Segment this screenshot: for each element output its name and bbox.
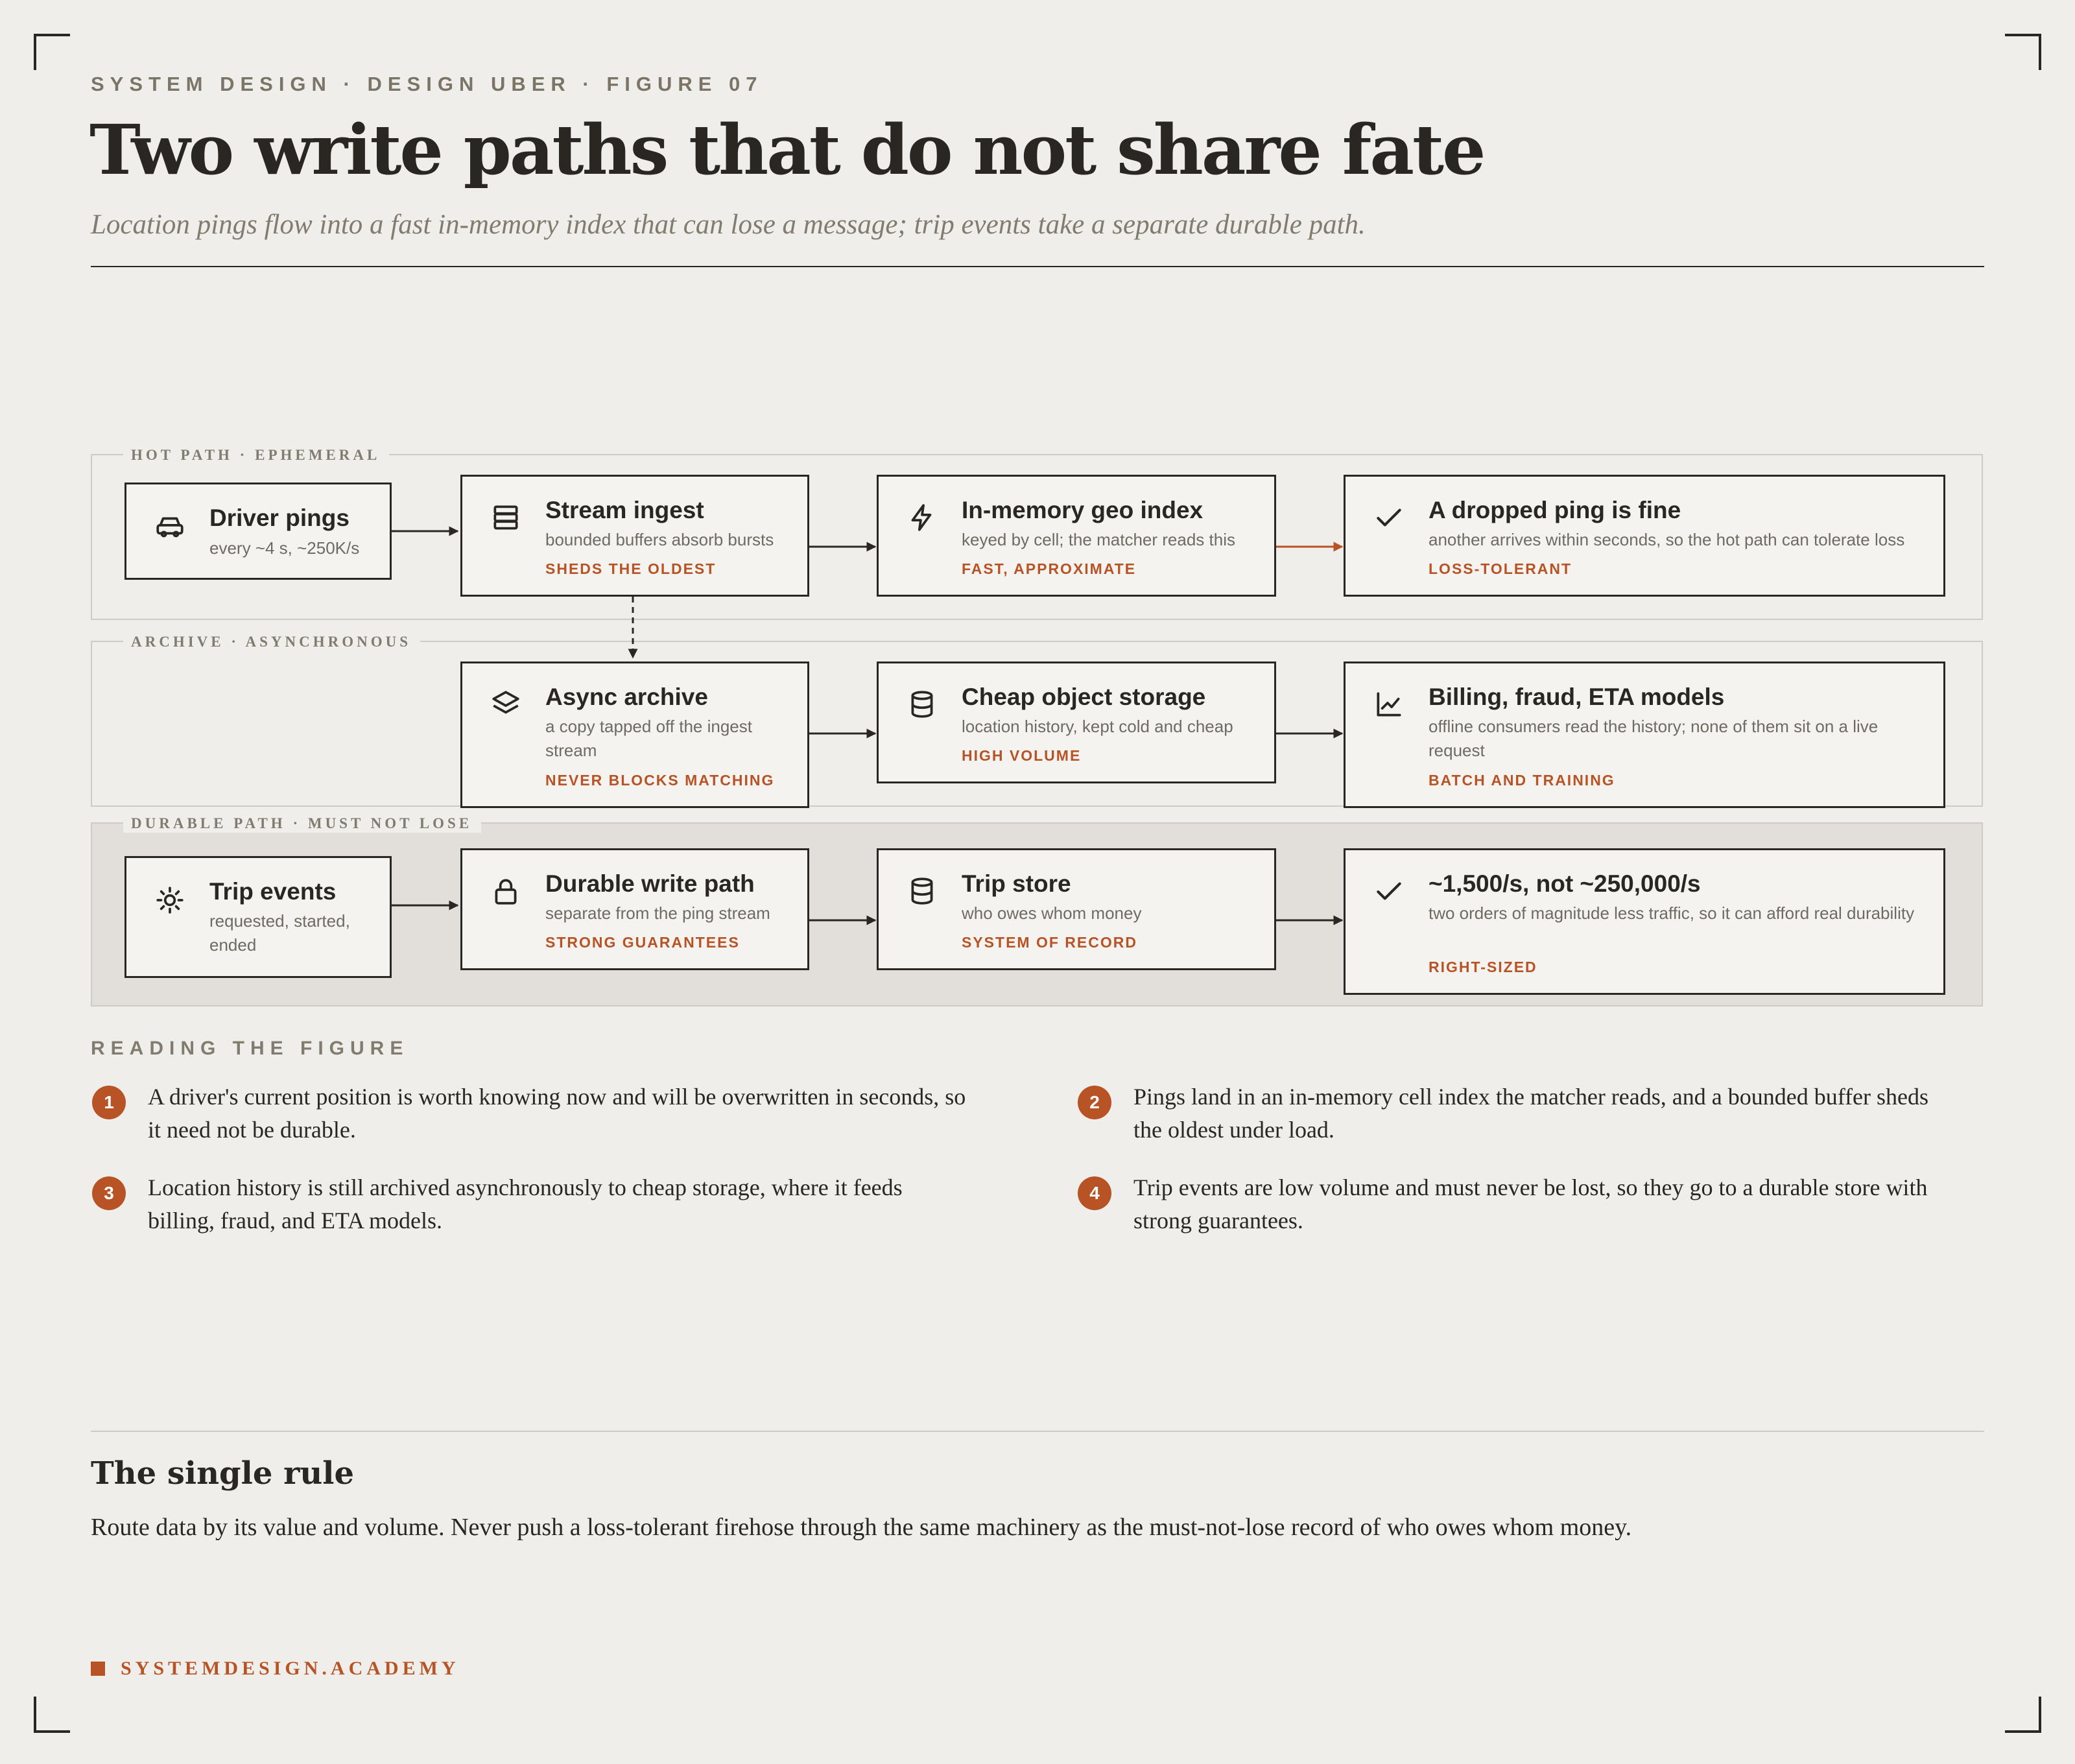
node-title: Durable write path — [545, 870, 755, 897]
node-geo-index: In-memory geo index keyed by cell; the m… — [877, 475, 1276, 597]
header-divider — [91, 266, 1984, 267]
node-subtitle: every ~4 s, ~250K/s — [209, 538, 360, 558]
node-title: Stream ingest — [545, 497, 704, 523]
rule-text: Route data by its value and volume. Neve… — [91, 1514, 1632, 1541]
node-subtitle: bounded buffers absorb bursts — [545, 530, 774, 549]
brand-text: SYSTEMDESIGN.ACADEMY — [121, 1658, 460, 1679]
node-title: In-memory geo index — [962, 497, 1204, 523]
brand-square-icon — [91, 1662, 105, 1676]
note-text: Trip events are low volume and must neve… — [1133, 1174, 1928, 1234]
node-tag: RIGHT-SIZED — [1429, 959, 1537, 975]
note-text: Pings land in an in-memory cell index th… — [1133, 1084, 1928, 1143]
node-title: ~1,500/s, not ~250,000/s — [1429, 870, 1701, 897]
note-number-badge: 4 — [1078, 1176, 1111, 1210]
node-title: Cheap object storage — [962, 684, 1206, 710]
note-number-badge: 2 — [1078, 1086, 1111, 1119]
corner-mark-bottom-right — [2005, 1697, 2041, 1733]
node-subtitle: offline consumers read the history; none… — [1429, 717, 1879, 760]
node-tag: BATCH AND TRAINING — [1429, 772, 1615, 789]
node-subtitle: requested, started, ended — [209, 911, 350, 955]
reading-heading: READING THE FIGURE — [91, 1038, 409, 1059]
node-title: Async archive — [545, 684, 708, 710]
node-title: Trip store — [962, 870, 1071, 897]
database-icon — [906, 688, 938, 721]
corner-mark-bottom-left — [34, 1697, 70, 1733]
node-tag: STRONG GUARANTEES — [545, 934, 740, 951]
node-durable-write: Durable write path separate from the pin… — [460, 848, 809, 970]
check-icon — [1373, 875, 1405, 907]
node-subtitle: location history, kept cold and cheap — [962, 717, 1233, 736]
node-tag: SHEDS THE OLDEST — [545, 560, 717, 577]
eyebrow: SYSTEM DESIGN · DESIGN UBER · FIGURE 07 — [91, 73, 763, 95]
band-label-hot: HOT PATH · EPHEMERAL — [123, 446, 390, 464]
node-title: Trip events — [209, 878, 337, 905]
node-async-archive: Async archive a copy tapped off the inge… — [460, 662, 809, 808]
footer-brand: SYSTEMDESIGN.ACADEMY — [91, 1658, 460, 1680]
page-subtitle: Location pings flow into a fast in-memor… — [91, 209, 1366, 240]
node-driver-pings: Driver pings every ~4 s, ~250K/s — [124, 483, 392, 580]
node-subtitle: keyed by cell; the matcher reads this — [962, 530, 1235, 549]
node-tag: FAST, APPROXIMATE — [962, 560, 1137, 577]
sun-icon — [154, 884, 186, 916]
page-title: Two write paths that do not share fate — [89, 109, 1486, 190]
database-icon — [906, 875, 938, 907]
node-tag: HIGH VOLUME — [962, 747, 1082, 764]
note-number-badge: 1 — [92, 1086, 126, 1119]
car-icon — [154, 510, 186, 543]
band-label-archive: ARCHIVE · ASYNCHRONOUS — [123, 633, 421, 651]
node-subtitle: a copy tapped off the ingest stream — [545, 717, 752, 760]
note-text: Location history is still archived async… — [148, 1174, 903, 1234]
node-trip-events: Trip events requested, started, ended — [124, 856, 392, 978]
node-title: Driver pings — [209, 505, 350, 531]
chart-icon — [1373, 688, 1405, 721]
node-title: Billing, fraud, ETA models — [1429, 684, 1725, 710]
section-divider — [91, 1431, 1984, 1432]
node-tag: LOSS-TOLERANT — [1429, 560, 1572, 577]
node-right-sized: ~1,500/s, not ~250,000/s two orders of m… — [1344, 848, 1945, 995]
stack-icon — [490, 501, 522, 534]
node-tag: SYSTEM OF RECORD — [962, 934, 1137, 951]
node-subtitle: two orders of magnitude less traffic, so… — [1429, 903, 1915, 923]
node-stream-ingest: Stream ingest bounded buffers absorb bur… — [460, 475, 809, 597]
note-number-badge: 3 — [92, 1176, 126, 1210]
lock-icon — [490, 875, 522, 907]
node-title: A dropped ping is fine — [1429, 497, 1681, 523]
corner-mark-top-right — [2005, 34, 2041, 70]
node-dropped-ping: A dropped ping is fine another arrives w… — [1344, 475, 1945, 597]
node-subtitle: separate from the ping stream — [545, 903, 770, 923]
node-subtitle: another arrives within seconds, so the h… — [1429, 530, 1905, 549]
corner-mark-top-left — [34, 34, 70, 70]
rule-title: The single rule — [91, 1455, 355, 1492]
note-text: A driver's current position is worth kno… — [148, 1084, 966, 1143]
lightning-icon — [906, 501, 938, 534]
layers-icon — [490, 688, 522, 721]
band-label-durable: DURABLE PATH · MUST NOT LOSE — [123, 815, 482, 833]
node-billing-models: Billing, fraud, ETA models offline consu… — [1344, 662, 1945, 808]
node-object-storage: Cheap object storage location history, k… — [877, 662, 1276, 783]
node-trip-store: Trip store who owes whom money SYSTEM OF… — [877, 848, 1276, 970]
node-subtitle: who owes whom money — [962, 903, 1142, 923]
check-icon — [1373, 501, 1405, 534]
node-tag: NEVER BLOCKS MATCHING — [545, 772, 775, 789]
